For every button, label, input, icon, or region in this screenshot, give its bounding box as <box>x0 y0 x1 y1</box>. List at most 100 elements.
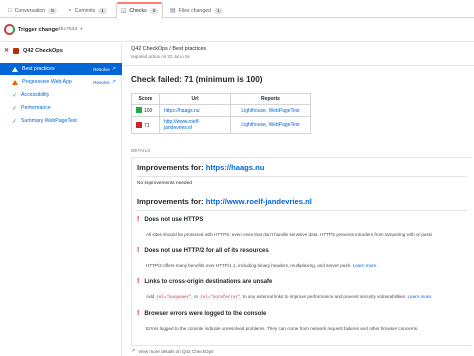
check-run-details: Q42 CheckOps / Best practices required a… <box>122 43 474 356</box>
exclamation-icon: ! <box>137 247 140 254</box>
table-row: 71 http://www.roelf-jandevries.nl Lighth… <box>131 116 311 134</box>
checks-icon: ☑ <box>121 8 127 15</box>
audit-title: ! Does not use HTTP/2 for all of its res… <box>137 247 269 254</box>
url-link[interactable]: https://haags.nu <box>159 104 231 117</box>
commits-icon: ∘ <box>68 8 72 14</box>
fail-heading: Check failed: 71 (minimum is 100) <box>131 75 263 84</box>
tab-conversation-label: Conversation <box>14 7 46 14</box>
sidebar-item-accessibility[interactable]: ✓ Accessibility <box>0 89 122 101</box>
reports-links[interactable]: Lighthouse, WebPageTest <box>230 104 311 117</box>
tab-files-changed[interactable]: ▤ Files changed 1 <box>166 3 227 18</box>
warning-icon <box>12 66 18 72</box>
no-improvements-text: No improvements needed <box>137 181 192 186</box>
sidebar-item-label: Accessibility <box>21 92 50 98</box>
resolve-link[interactable]: Resolve ↗ <box>93 79 116 85</box>
improvements-prefix: Improvements for: <box>137 197 206 206</box>
commit-title: Trigger change <box>18 27 59 33</box>
tab-files-label: Files changed <box>178 7 211 14</box>
commit-header: Trigger change 8bc7534 ▾ <box>0 19 474 42</box>
improvements-url-link[interactable]: https://haags.nu <box>206 163 265 172</box>
audit-description: Errors logged to the console indicate un… <box>146 326 419 331</box>
audit-description-text: to any external links to improve perform… <box>241 294 408 299</box>
code-snippet: rel="noreferrer" <box>199 296 242 300</box>
column-header: Reports <box>230 93 311 105</box>
tab-files-count: 1 <box>213 7 223 14</box>
audit-description: Add rel="noopener" or rel="noreferrer" t… <box>146 294 432 300</box>
score-cell: 71 <box>131 116 160 134</box>
pr-tabs: □ Conversation 9 ∘ Commits 1 ☑ Checks 0 … <box>0 0 474 19</box>
score-value: 71 <box>144 122 150 129</box>
audit-title-text: Browser errors were logged to the consol… <box>144 310 267 317</box>
tab-commits-count: 1 <box>98 7 107 14</box>
audit-description: HTTP/2 offers many benefits over HTTP/1.… <box>146 263 378 268</box>
improvements-prefix: Improvements for: <box>137 163 206 172</box>
audit-title-text: Does not use HTTP/2 for all of its resou… <box>144 247 269 254</box>
check-icon: ✓ <box>12 105 18 112</box>
tab-commits-label: Commits <box>74 7 96 14</box>
url-link[interactable]: http://www.roelf-jandevries.nl <box>159 116 231 134</box>
footer-link-text: View more details on Q42 CheckOps <box>138 348 214 354</box>
sidebar-item-label: Best practices <box>22 66 55 72</box>
learn-more-link[interactable]: Learn more. <box>407 294 432 299</box>
sidebar-item-label: Performance <box>21 105 51 111</box>
external-link-icon: ↗ <box>111 66 116 72</box>
checks-sidebar: ✕ Q42 CheckOps Best practices Resolve ↗ … <box>0 43 122 356</box>
improvements-url-link[interactable]: http://www.roelf-jandevries.nl <box>206 197 312 206</box>
check-suite-name: Q42 CheckOps <box>23 47 63 54</box>
view-more-details-link[interactable]: ↗ View more details on Q42 CheckOps <box>131 348 213 354</box>
score-value: 100 <box>144 108 153 114</box>
resolve-label: Resolve <box>93 66 110 72</box>
resolve-link[interactable]: Resolve ↗ <box>93 66 116 72</box>
scores-table: Score Url Reports 100 https://haags.nu L… <box>131 93 311 134</box>
commit-sha-dropdown[interactable]: 8bc7534 ▾ <box>58 27 83 32</box>
audit-description: All sites should be protected with HTTPS… <box>146 232 433 237</box>
improvements-heading: Improvements for: http://www.roelf-jande… <box>137 197 312 206</box>
learn-more-link[interactable]: Learn more. <box>353 263 378 268</box>
table-header-row: Score Url Reports <box>131 93 311 105</box>
tab-conversation-count: 9 <box>48 7 57 14</box>
run-subtitle: required action on 22 Jul in 0s <box>131 54 190 59</box>
sidebar-item-label: Summary WebPageTest <box>21 118 77 124</box>
divider <box>137 210 467 211</box>
audit-title-text: Does not use HTTPS <box>144 216 204 223</box>
check-suite[interactable]: ✕ Q42 CheckOps <box>4 47 63 54</box>
column-header: Score <box>131 93 160 105</box>
sidebar-item-performance[interactable]: ✓ Performance <box>0 102 122 114</box>
app-logo-icon <box>13 47 20 54</box>
check-icon: ✓ <box>12 118 18 125</box>
details-panel: Improvements for: https://haags.nu No im… <box>131 157 471 346</box>
score-swatch-icon <box>136 107 142 113</box>
resolve-label: Resolve <box>93 79 110 85</box>
table-row: 100 https://haags.nu Lighthouse, WebPage… <box>131 104 311 117</box>
divider <box>122 65 474 66</box>
score-cell: 100 <box>131 104 160 117</box>
audit-description-text: HTTP/2 offers many benefits over HTTP/1.… <box>146 263 353 268</box>
files-icon: ▤ <box>170 8 176 14</box>
status-ring-icon <box>4 24 15 35</box>
reports-links[interactable]: Lighthouse, WebPageTest <box>230 116 311 134</box>
details-label: DETAILS <box>131 148 151 153</box>
improvements-heading: Improvements for: https://haags.nu <box>137 163 264 172</box>
check-icon: ✓ <box>12 92 18 99</box>
audit-title: ! Does not use HTTPS <box>137 216 203 223</box>
divider <box>137 176 467 177</box>
code-snippet: rel="noopener" <box>155 296 193 300</box>
exclamation-icon: ! <box>137 310 140 317</box>
run-title: Q42 CheckOps / Best practices <box>131 46 207 52</box>
sidebar-item-progressive-web-app[interactable]: Progressive Web App Resolve ↗ <box>0 76 122 88</box>
tab-conversation[interactable]: □ Conversation 9 <box>4 3 61 18</box>
audit-title-text: Links to cross-origin destinations are u… <box>144 278 273 285</box>
tab-checks-label: Checks <box>129 8 147 14</box>
sidebar-item-summary-webpagetest[interactable]: ✓ Summary WebPageTest <box>0 115 122 127</box>
audit-title: ! Links to cross-origin destinations are… <box>137 278 272 285</box>
sidebar-item-best-practices[interactable]: Best practices Resolve ↗ <box>0 63 122 75</box>
failure-x-icon: ✕ <box>4 48 10 54</box>
external-link-icon: ↗ <box>131 348 136 354</box>
column-header: Url <box>159 93 231 105</box>
external-link-icon: ↗ <box>111 79 116 85</box>
exclamation-icon: ! <box>137 278 140 285</box>
exclamation-icon: ! <box>137 216 140 223</box>
conversation-icon: □ <box>8 7 12 14</box>
tab-commits[interactable]: ∘ Commits 1 <box>64 3 111 18</box>
tab-checks[interactable]: ☑ Checks 0 <box>116 2 164 19</box>
